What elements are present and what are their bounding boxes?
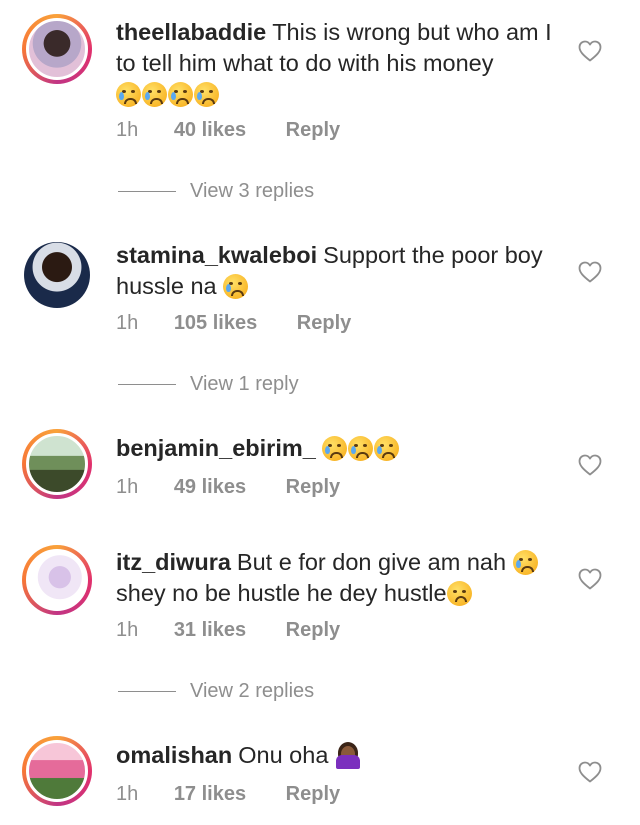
comment-text: benjamin_ebirim_ — [116, 433, 571, 464]
view-replies-label: View 1 reply — [190, 373, 299, 395]
comment-username[interactable]: theellabaddie — [116, 19, 266, 45]
crying-face-icon — [116, 82, 141, 107]
likes-count[interactable]: 17 likes — [174, 783, 246, 806]
crying-face-icon — [347, 436, 373, 461]
comment-meta: 1h 31 likes Reply — [116, 619, 340, 642]
comment-username[interactable]: omalishan — [116, 742, 232, 768]
comment-time: 1h — [116, 476, 139, 498]
comment-meta: 1h 49 likes Reply — [116, 476, 340, 499]
replies-divider — [118, 191, 176, 193]
reply-button[interactable]: Reply — [286, 476, 340, 499]
comment-time: 1h — [116, 619, 139, 641]
crying-face-icon — [168, 82, 193, 107]
avatar[interactable] — [22, 14, 92, 84]
worried-face-icon — [446, 581, 472, 606]
comment-time: 1h — [116, 783, 139, 805]
like-heart-icon[interactable] — [578, 40, 602, 62]
replies-divider — [118, 691, 176, 693]
avatar[interactable] — [22, 429, 92, 499]
crying-face-icon — [223, 274, 249, 299]
crying-face-icon — [321, 436, 347, 461]
view-replies-label: View 3 replies — [190, 180, 315, 202]
comment-time: 1h — [116, 119, 139, 141]
reply-button[interactable]: Reply — [286, 619, 340, 642]
comment-time: 1h — [116, 312, 139, 334]
like-heart-icon[interactable] — [578, 568, 602, 590]
comment-meta: 1h 40 likes Reply — [116, 119, 340, 142]
likes-count[interactable]: 31 likes — [174, 619, 246, 642]
reply-button[interactable]: Reply — [297, 312, 351, 335]
comment-meta: 1h 105 likes Reply — [116, 312, 351, 335]
reply-button[interactable]: Reply — [286, 783, 340, 806]
avatar[interactable] — [24, 242, 90, 308]
crying-face-icon — [512, 550, 538, 575]
comment-body: Onu oha — [238, 742, 329, 768]
view-replies-button[interactable]: View 1 reply — [118, 373, 299, 396]
like-heart-icon[interactable] — [578, 761, 602, 783]
view-replies-button[interactable]: View 2 replies — [118, 680, 314, 703]
view-replies-label: View 2 replies — [190, 680, 315, 702]
comment-meta: 1h 17 likes Reply — [116, 783, 340, 806]
comment-text: omalishan Onu oha — [116, 740, 571, 771]
reply-button[interactable]: Reply — [286, 119, 340, 142]
crying-face-icon — [142, 82, 167, 107]
comment-username[interactable]: stamina_kwaleboi — [116, 242, 317, 268]
crying-face-icon — [373, 436, 399, 461]
comment-text: stamina_kwaleboi Support the poor boy hus… — [116, 240, 571, 302]
comment-username[interactable]: itz_diwura — [116, 549, 231, 575]
comment-body-continued: shey no be hustle he dey hustle — [116, 580, 447, 606]
woman-facepalming-icon — [335, 741, 361, 769]
comment-body: But e for don give am nah — [236, 549, 507, 575]
comment-username[interactable]: benjamin_ebirim_ — [116, 435, 316, 461]
avatar[interactable] — [22, 545, 92, 615]
replies-divider — [118, 384, 176, 386]
like-heart-icon[interactable] — [578, 261, 602, 283]
likes-count[interactable]: 105 likes — [174, 312, 257, 335]
crying-face-icon — [194, 82, 219, 107]
comment-text: itz_diwura But e for don give am nah shey… — [116, 547, 571, 609]
view-replies-button[interactable]: View 3 replies — [118, 180, 314, 203]
avatar[interactable] — [22, 736, 92, 806]
comment-text: theellabaddie This is wrong but who am I … — [116, 17, 571, 110]
likes-count[interactable]: 49 likes — [174, 476, 246, 499]
likes-count[interactable]: 40 likes — [174, 119, 246, 142]
like-heart-icon[interactable] — [578, 454, 602, 476]
